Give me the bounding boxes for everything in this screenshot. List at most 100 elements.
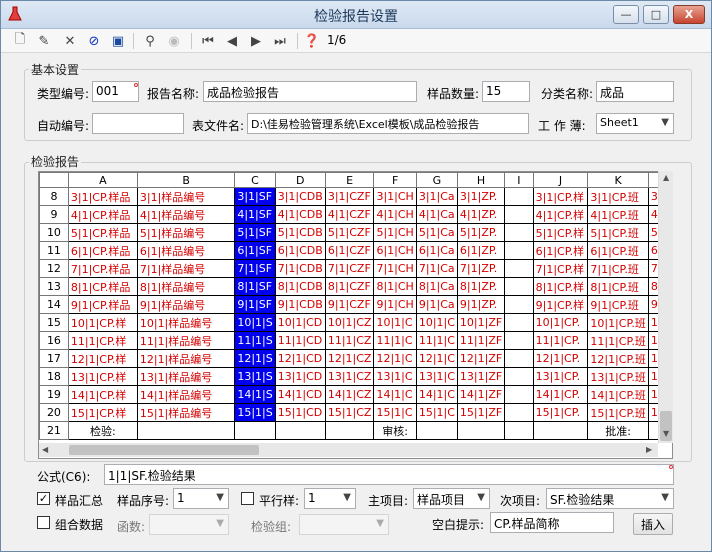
row-header[interactable]: 11 [39, 241, 69, 260]
sheet-cell[interactable] [532, 421, 589, 440]
sheet-cell[interactable]: 12|1|C [373, 349, 417, 368]
sheet-cell[interactable]: 7|1|样品编号 [136, 259, 236, 278]
column-header[interactable]: D [274, 172, 326, 188]
sheet-cell[interactable]: 4|1|CDB [274, 205, 326, 224]
sheet-cell[interactable] [504, 187, 534, 206]
sample-qty-field[interactable]: 15 [482, 81, 530, 102]
sheet-cell[interactable]: 10|1|CD [274, 313, 326, 332]
sheet-cell[interactable]: 13|1|样品编号 [136, 367, 236, 386]
sheet-cell[interactable]: 4|1|Ca [415, 205, 458, 224]
next-icon[interactable]: ▶ [247, 32, 265, 50]
row-header[interactable]: 19 [39, 385, 69, 404]
sheet-cell[interactable]: 4|1|SF [234, 205, 276, 224]
sheet-cell[interactable]: 15|1|C [373, 403, 417, 422]
sheet-cell[interactable]: 8|1|CP.样 [532, 277, 589, 296]
sheet-cell[interactable]: 8|1|SF [234, 277, 276, 296]
sheet-cell[interactable]: 14|1|CP.班 [587, 385, 649, 404]
sheet-cell[interactable]: 审核: [373, 421, 417, 440]
sheet-cell[interactable]: 9|1|CDB [274, 295, 326, 314]
sheet-cell[interactable]: 15|1|CP. [532, 403, 589, 422]
parallel-checkbox[interactable] [241, 492, 254, 505]
sheet-cell[interactable]: 5|1|样品编号 [136, 223, 236, 242]
sheet-cell[interactable]: 10|1|ZF [456, 313, 506, 332]
sheet-cell[interactable]: 13|1|CD [274, 367, 326, 386]
sheet-cell[interactable]: 13|1|CP.班 [587, 367, 649, 386]
sheet-cell[interactable] [234, 421, 276, 440]
first-icon[interactable]: ⏮ [199, 32, 217, 50]
sheet-cell[interactable]: 5|1|CZF [324, 223, 375, 242]
save-icon[interactable]: ▣ [109, 32, 127, 50]
parallel-select[interactable]: 1 ▼ [304, 488, 356, 509]
scroll-up-icon[interactable]: ▲ [663, 173, 669, 182]
scroll-down-icon[interactable]: ▼ [663, 429, 669, 438]
sheet-cell[interactable]: 15|1|C [415, 403, 458, 422]
sheet-cell[interactable]: 5|1|CP.样 [532, 223, 589, 242]
sheet-cell[interactable]: 11|1|C [373, 331, 417, 350]
sheet-cell[interactable]: 8|1|CP.班 [587, 277, 649, 296]
table-file-field[interactable]: D:\佳易检验管理系统\Excel模板\成品检验报告 [247, 113, 529, 134]
sheet-cell[interactable]: 10|1|CP. [532, 313, 589, 332]
column-header[interactable]: K [587, 172, 649, 188]
sheet-cell[interactable]: 15|1|ZF [456, 403, 506, 422]
sheet-cell[interactable]: 检验: [67, 421, 138, 440]
row-header[interactable]: 13 [39, 277, 69, 296]
minimize-button[interactable]: — [613, 5, 639, 24]
sheet-cell[interactable]: 7|1|SF [234, 259, 276, 278]
sheet-cell[interactable]: 7|1|CP.样品 [67, 259, 138, 278]
row-header[interactable]: 9 [39, 205, 69, 224]
sheet-cell[interactable]: 15|1|样品编号 [136, 403, 236, 422]
sheet-cell[interactable] [415, 421, 458, 440]
sheet-cell[interactable]: 12|1|样品编号 [136, 349, 236, 368]
column-header[interactable]: A [67, 172, 138, 188]
sheet-cell[interactable]: 14|1|CP.样 [67, 385, 138, 404]
sheet-cell[interactable]: 3|1|CDB [274, 187, 326, 206]
sheet-cell[interactable]: 11|1|CD [274, 331, 326, 350]
close-button[interactable]: X [673, 5, 705, 24]
category-field[interactable]: 成品 [596, 81, 674, 102]
sheet-cell[interactable]: 8|1|CDB [274, 277, 326, 296]
sheet-cell[interactable]: 13|1|C [415, 367, 458, 386]
sheet-cell[interactable]: 12|1|CP. [532, 349, 589, 368]
sheet-cell[interactable]: 12|1|CP.样 [67, 349, 138, 368]
sheet-cell[interactable]: 6|1|CP.班 [587, 241, 649, 260]
sheet-cell[interactable]: 4|1|CZF [324, 205, 375, 224]
sheet-cell[interactable]: 15|1|CZ [324, 403, 375, 422]
sheet-cell[interactable]: 6|1|CP.样 [532, 241, 589, 260]
sheet-cell[interactable]: 7|1|CP.样 [532, 259, 589, 278]
sheet-cell[interactable]: 7|1|CP.班 [587, 259, 649, 278]
sheet-cell[interactable]: 12|1|ZF [456, 349, 506, 368]
sheet-cell[interactable]: 12|1|CZ [324, 349, 375, 368]
scroll-right-icon[interactable]: ▶ [646, 445, 652, 454]
sheet-cell[interactable]: 10|1|CZ [324, 313, 375, 332]
sheet-cell[interactable]: 10|1|CP.样 [67, 313, 138, 332]
sheet-cell[interactable]: 14|1|样品编号 [136, 385, 236, 404]
sheet-cell[interactable]: 6|1|CDB [274, 241, 326, 260]
type-code-field[interactable]: 001 [92, 81, 139, 102]
sheet-cell[interactable]: 9|1|CH [373, 295, 417, 314]
row-header[interactable]: 20 [39, 403, 69, 422]
sheet-cell[interactable]: 11|1|CP.班 [587, 331, 649, 350]
scroll-left-icon[interactable]: ◀ [42, 445, 48, 454]
sub-item-select[interactable]: SF.检验结果 ▼ [546, 488, 674, 509]
column-header[interactable]: I [504, 172, 534, 188]
sheet-cell[interactable]: 5|1|ZP. [456, 223, 506, 242]
sheet-cell[interactable] [504, 385, 534, 404]
sheet-cell[interactable]: 4|1|CP.样 [532, 205, 589, 224]
find-icon[interactable]: ⚲ [141, 32, 159, 50]
summary-checkbox[interactable]: ✓ [37, 492, 50, 505]
sheet-cell[interactable]: 3|1|CP.样品 [67, 187, 138, 206]
sheet-cell[interactable] [456, 421, 506, 440]
row-header[interactable]: 14 [39, 295, 69, 314]
sheet-cell[interactable]: 6|1|CZF [324, 241, 375, 260]
delete-icon[interactable]: ✕ [61, 32, 79, 50]
seq-select[interactable]: 1 ▼ [173, 488, 229, 509]
sheet-cell[interactable]: 14|1|ZF [456, 385, 506, 404]
row-header[interactable]: 10 [39, 223, 69, 242]
row-header[interactable]: 15 [39, 313, 69, 332]
sheet-cell[interactable] [504, 349, 534, 368]
sheet-cell[interactable]: 9|1|CP.样品 [67, 295, 138, 314]
sheet-cell[interactable]: 15|1|S [234, 403, 276, 422]
sheet-cell[interactable] [504, 295, 534, 314]
sheet-cell[interactable]: 5|1|CDB [274, 223, 326, 242]
sheet-cell[interactable] [504, 313, 534, 332]
